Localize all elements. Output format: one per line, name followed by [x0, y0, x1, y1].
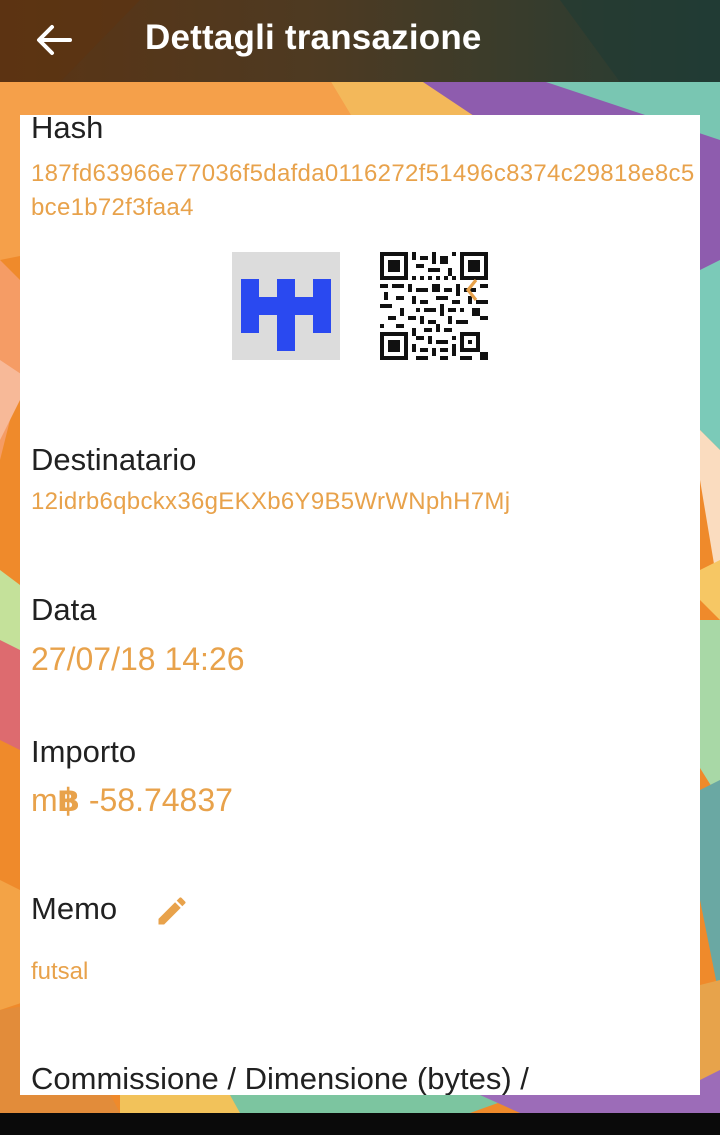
screen: Dettagli transazione Hash 187fd63966e770…	[0, 0, 720, 1135]
amount-label: Importo	[31, 734, 137, 769]
amount-value: m ฿ -58.74837	[31, 781, 233, 819]
hash-value[interactable]: 187fd63966e77036f5dafda0116272f51496c837…	[31, 157, 696, 225]
page-title: Dettagli transazione	[145, 18, 482, 57]
transaction-details-card: Hash 187fd63966e77036f5dafda0116272f5149…	[20, 115, 700, 1095]
recipient-label: Destinatario	[31, 442, 197, 477]
app-bar: Dettagli transazione	[0, 0, 720, 82]
pencil-icon	[158, 897, 186, 925]
system-navigation-bar	[0, 1113, 720, 1135]
hash-label: Hash	[31, 115, 104, 145]
back-button[interactable]	[24, 12, 84, 68]
arrow-back-icon	[37, 25, 72, 55]
amount-number: -58.74837	[79, 782, 233, 818]
memo-value: futsal	[31, 958, 89, 985]
amount-unit-prefix: m	[31, 782, 58, 818]
fee-label: Commissione / Dimensione (bytes) /	[31, 1061, 529, 1095]
date-value: 27/07/18 14:26	[31, 641, 245, 677]
date-label: Data	[31, 592, 97, 627]
identicon-image	[232, 252, 340, 360]
edit-memo-button[interactable]	[154, 893, 190, 929]
memo-label: Memo	[31, 891, 118, 926]
qr-code-image[interactable]	[380, 252, 488, 360]
bitcoin-symbol-icon: ฿	[57, 782, 80, 818]
recipient-address[interactable]: 12idrb6qbckx36gEKXb6Y9B5WrWNphH7Mj	[31, 488, 510, 516]
